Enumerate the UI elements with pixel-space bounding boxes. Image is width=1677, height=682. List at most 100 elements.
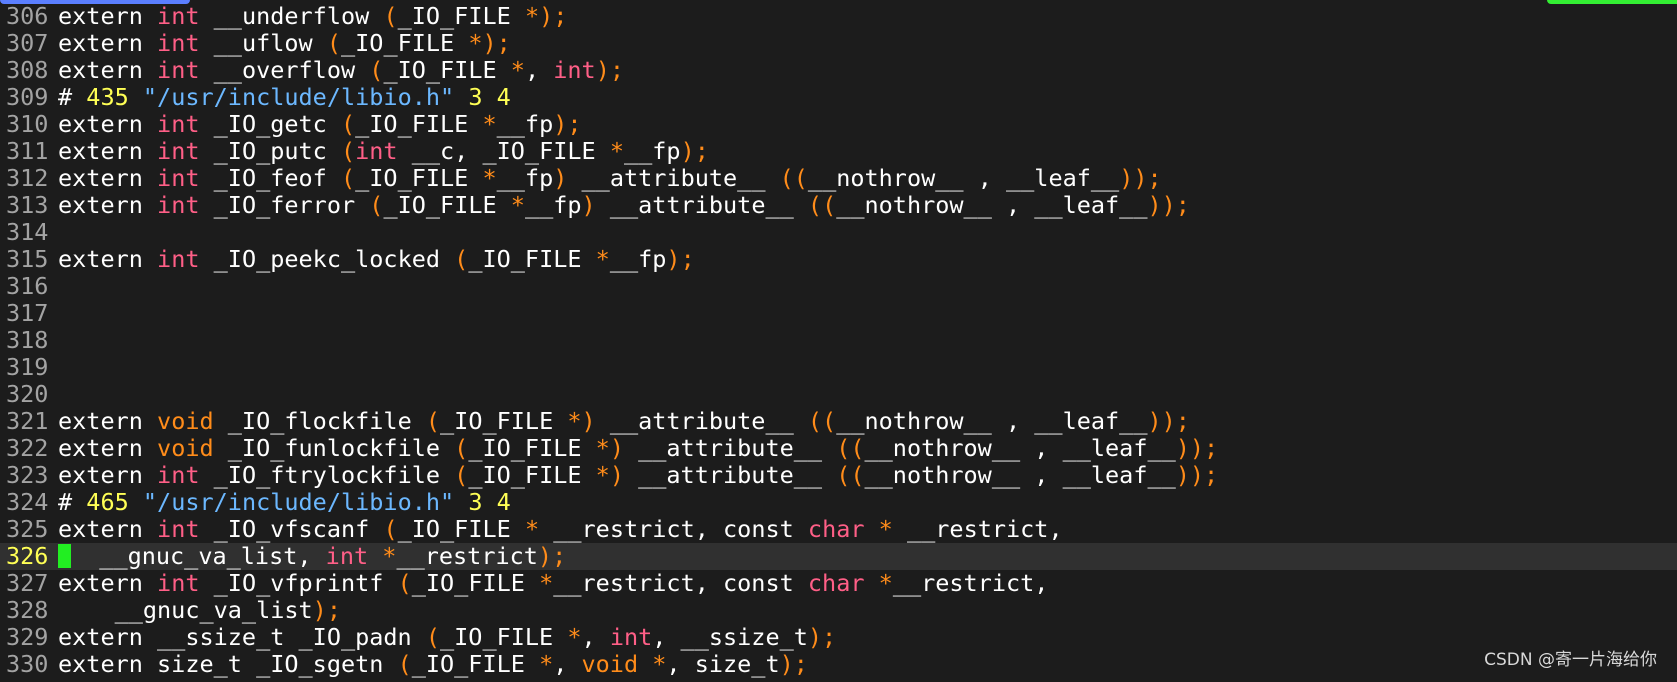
- code-token-punct: *: [482, 110, 497, 138]
- code-token-type: int: [553, 56, 596, 84]
- line-code[interactable]: extern void _IO_flockfile (_IO_FILE *) _…: [58, 407, 1190, 435]
- code-token-punct: void: [157, 434, 214, 462]
- line-code[interactable]: extern int __overflow (_IO_FILE *, int);: [58, 56, 624, 84]
- code-token-punct: ));: [1175, 434, 1219, 462]
- current-code-line[interactable]: 326 __gnuc_va_list, int *__restrict);: [0, 543, 1677, 570]
- code-token-plain: __attribute__: [623, 434, 837, 462]
- code-line[interactable]: 322 extern void _IO_funlockfile (_IO_FILE…: [0, 435, 1677, 462]
- line-code[interactable]: extern int _IO_ferror (_IO_FILE *__fp) _…: [58, 191, 1190, 219]
- code-token-type: char: [807, 515, 865, 543]
- code-line[interactable]: 312 extern int _IO_feof (_IO_FILE *__fp) …: [0, 165, 1677, 192]
- code-token-plain: _IO_vfprintf: [199, 569, 398, 597]
- code-token-plain: , size_t: [666, 650, 780, 678]
- code-line[interactable]: 321 extern void _IO_flockfile (_IO_FILE *…: [0, 408, 1677, 435]
- code-line[interactable]: 314: [0, 219, 1677, 246]
- code-line[interactable]: 320: [0, 381, 1677, 408]
- line-code[interactable]: # 465 "/usr/include/libio.h" 3 4: [58, 488, 511, 516]
- code-token-punct: (: [326, 29, 341, 57]
- code-token-punct: ((: [807, 407, 837, 435]
- code-token-number: 435: [86, 83, 129, 111]
- code-token-plain: __nothrow__ , __leaf__: [864, 461, 1176, 489]
- code-token-plain: __restrict: [396, 542, 538, 570]
- code-line[interactable]: 327 extern int _IO_vfprintf (_IO_FILE *__…: [0, 570, 1677, 597]
- code-token-plain: #: [58, 83, 87, 111]
- line-code[interactable]: extern int _IO_putc (int __c, _IO_FILE *…: [58, 137, 709, 165]
- code-token-punct: ((: [836, 434, 865, 462]
- code-token-type: int: [157, 56, 200, 84]
- line-code[interactable]: extern int _IO_vfprintf (_IO_FILE *__res…: [58, 569, 1048, 597]
- code-line[interactable]: 324 # 465 "/usr/include/libio.h" 3 4: [0, 489, 1677, 516]
- code-token-plain: _IO_peekc_locked: [199, 245, 455, 273]
- code-line[interactable]: 323 extern int _IO_ftrylockfile (_IO_FILE…: [0, 462, 1677, 489]
- line-code[interactable]: extern __ssize_t _IO_padn (_IO_FILE *, i…: [58, 623, 836, 651]
- code-line[interactable]: 313 extern int _IO_ferror (_IO_FILE *__fp…: [0, 192, 1677, 219]
- line-code[interactable]: extern int _IO_ftrylockfile (_IO_FILE *)…: [58, 461, 1218, 489]
- line-number: 326: [6, 542, 49, 570]
- watermark: CSDN @寄一片海给你: [1484, 650, 1657, 670]
- code-token-punct: *: [609, 137, 624, 165]
- code-token-punct: *): [595, 461, 624, 489]
- code-line[interactable]: 330 extern size_t _IO_sgetn (_IO_FILE *, …: [0, 651, 1677, 678]
- code-line[interactable]: 316: [0, 273, 1677, 300]
- code-token-plain: extern: [58, 164, 158, 192]
- line-code[interactable]: extern int _IO_getc (_IO_FILE *__fp);: [58, 110, 582, 138]
- code-editor[interactable]: 306 extern int __underflow (_IO_FILE *); 3…: [0, 0, 1677, 682]
- code-token-punct: *: [878, 569, 893, 597]
- code-token-punct: *);: [524, 2, 568, 30]
- code-line[interactable]: 311 extern int _IO_putc (int __c, _IO_FIL…: [0, 138, 1677, 165]
- code-line[interactable]: 307 extern int __uflow (_IO_FILE *);: [0, 30, 1677, 57]
- code-token-plain: _IO_funlockfile: [213, 434, 455, 462]
- code-token-punct: );: [680, 137, 709, 165]
- code-token-plain: __gnuc_va_list: [58, 596, 313, 624]
- line-number: 310: [6, 110, 49, 138]
- line-code[interactable]: __gnuc_va_list);: [58, 596, 341, 624]
- line-code[interactable]: extern size_t _IO_sgetn (_IO_FILE *, voi…: [58, 650, 808, 678]
- code-token-plain: _IO_FILE: [383, 56, 511, 84]
- line-code[interactable]: extern int _IO_vfscanf (_IO_FILE * __res…: [58, 515, 1063, 543]
- code-token-plain: _IO_FILE: [397, 2, 525, 30]
- line-number: 317: [6, 299, 49, 327]
- line-code[interactable]: # 435 "/usr/include/libio.h" 3 4: [58, 83, 511, 111]
- code-line[interactable]: 306 extern int __underflow (_IO_FILE *);: [0, 3, 1677, 30]
- code-line[interactable]: 328 __gnuc_va_list);: [0, 597, 1677, 624]
- code-token-type: int: [157, 515, 200, 543]
- code-line[interactable]: 325 extern int _IO_vfscanf (_IO_FILE * __…: [0, 516, 1677, 543]
- code-token-plain: , __ssize_t: [652, 623, 808, 651]
- line-code[interactable]: extern int __underflow (_IO_FILE *);: [58, 2, 567, 30]
- code-line[interactable]: 309 # 435 "/usr/include/libio.h" 3 4: [0, 84, 1677, 111]
- code-token-plain: __fp: [623, 137, 681, 165]
- line-number: 324: [6, 488, 49, 516]
- code-token-plain: extern size_t _IO_sgetn: [58, 650, 398, 678]
- code-token-plain: __attribute__: [595, 407, 808, 435]
- code-token-number: 3: [468, 83, 483, 111]
- line-number: 328: [6, 596, 49, 624]
- line-code[interactable]: extern int _IO_feof (_IO_FILE *__fp) __a…: [58, 164, 1162, 192]
- code-token-punct: *: [539, 569, 554, 597]
- line-code[interactable]: __gnuc_va_list, int *__restrict);: [58, 542, 566, 570]
- text-cursor: [58, 544, 71, 568]
- code-token-type: int: [157, 164, 200, 192]
- line-number: 329: [6, 623, 49, 651]
- code-line[interactable]: 319: [0, 354, 1677, 381]
- code-lines[interactable]: 306 extern int __underflow (_IO_FILE *); 3…: [0, 3, 1677, 678]
- code-line[interactable]: 317: [0, 300, 1677, 327]
- line-code[interactable]: extern int _IO_peekc_locked (_IO_FILE *_…: [58, 245, 695, 273]
- code-token-punct: (: [340, 110, 356, 138]
- code-line[interactable]: 315 extern int _IO_peekc_locked (_IO_FILE…: [0, 246, 1677, 273]
- code-line[interactable]: 308 extern int __overflow (_IO_FILE *, in…: [0, 57, 1677, 84]
- line-number: 316: [6, 272, 49, 300]
- code-token-type: int: [609, 623, 653, 651]
- code-token-plain: extern: [58, 191, 158, 219]
- code-line[interactable]: 310 extern int _IO_getc (_IO_FILE *__fp);: [0, 111, 1677, 138]
- code-line[interactable]: 318: [0, 327, 1677, 354]
- code-token-punct: void: [157, 407, 214, 435]
- code-token-plain: _IO_FILE: [355, 164, 483, 192]
- line-code[interactable]: extern void _IO_funlockfile (_IO_FILE *)…: [58, 434, 1218, 462]
- code-line[interactable]: 329 extern __ssize_t _IO_padn (_IO_FILE *…: [0, 624, 1677, 651]
- line-code[interactable]: extern int __uflow (_IO_FILE *);: [58, 29, 511, 57]
